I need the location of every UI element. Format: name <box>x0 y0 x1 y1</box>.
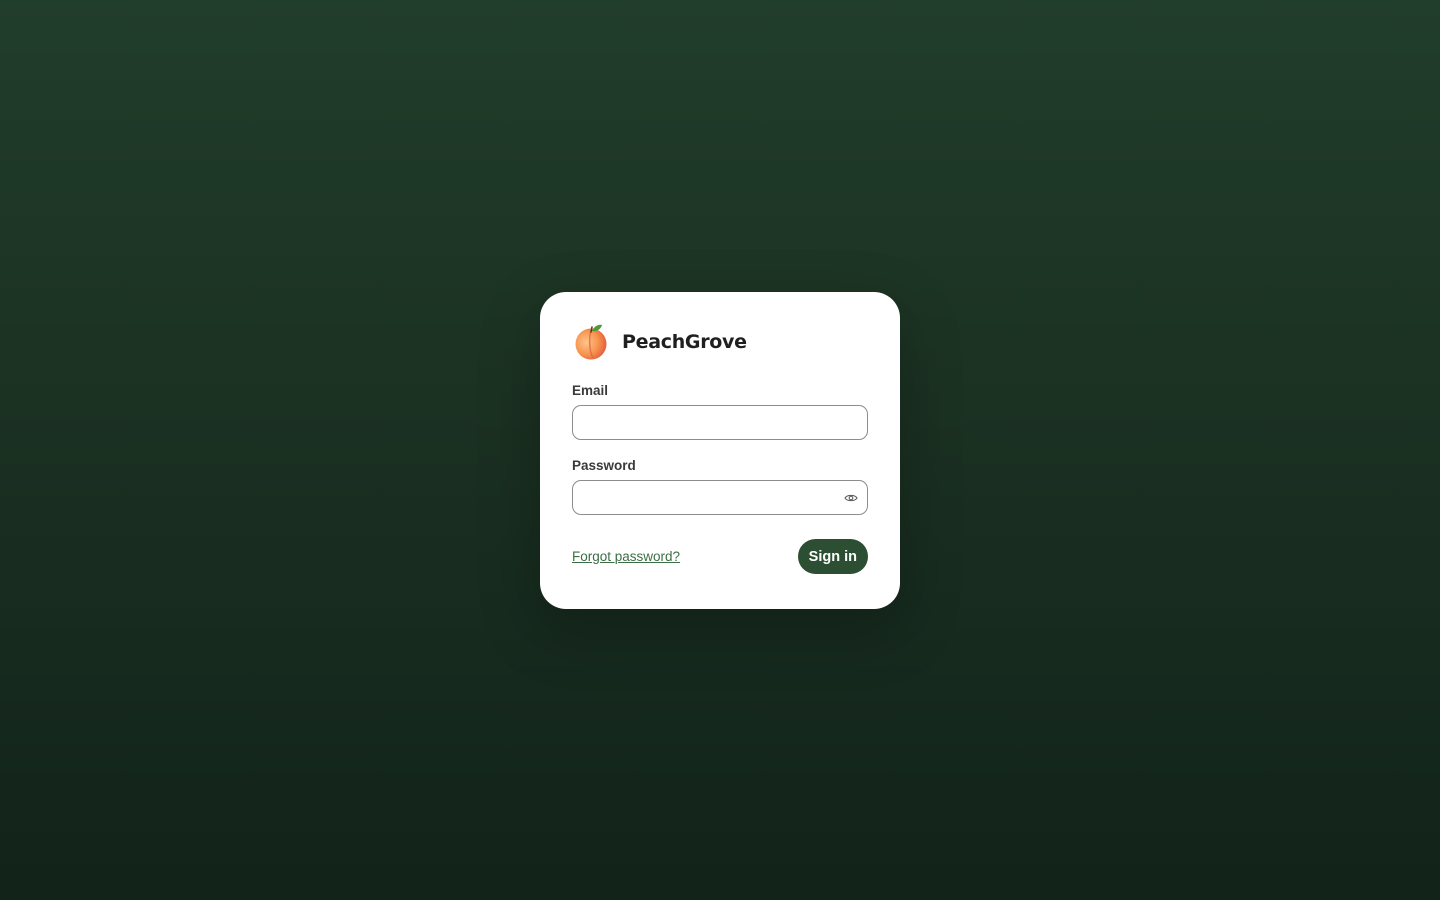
peach-icon <box>572 323 610 361</box>
email-label: Email <box>572 383 609 398</box>
brand-header: PeachGrove <box>572 324 868 360</box>
login-card: PeachGrove Email Password Forgot passwor… <box>540 292 900 609</box>
brand-name: PeachGrove <box>622 331 747 353</box>
forgot-password-link[interactable]: Forgot password? <box>572 549 680 564</box>
password-field-wrapper <box>572 480 868 515</box>
eye-icon[interactable] <box>842 489 860 507</box>
password-field[interactable] <box>572 480 868 515</box>
form-actions: Forgot password? Sign in <box>572 539 868 574</box>
password-label: Password <box>572 458 636 473</box>
sign-in-button[interactable]: Sign in <box>797 539 868 574</box>
email-field[interactable] <box>572 405 868 440</box>
email-field-wrapper <box>572 405 868 440</box>
